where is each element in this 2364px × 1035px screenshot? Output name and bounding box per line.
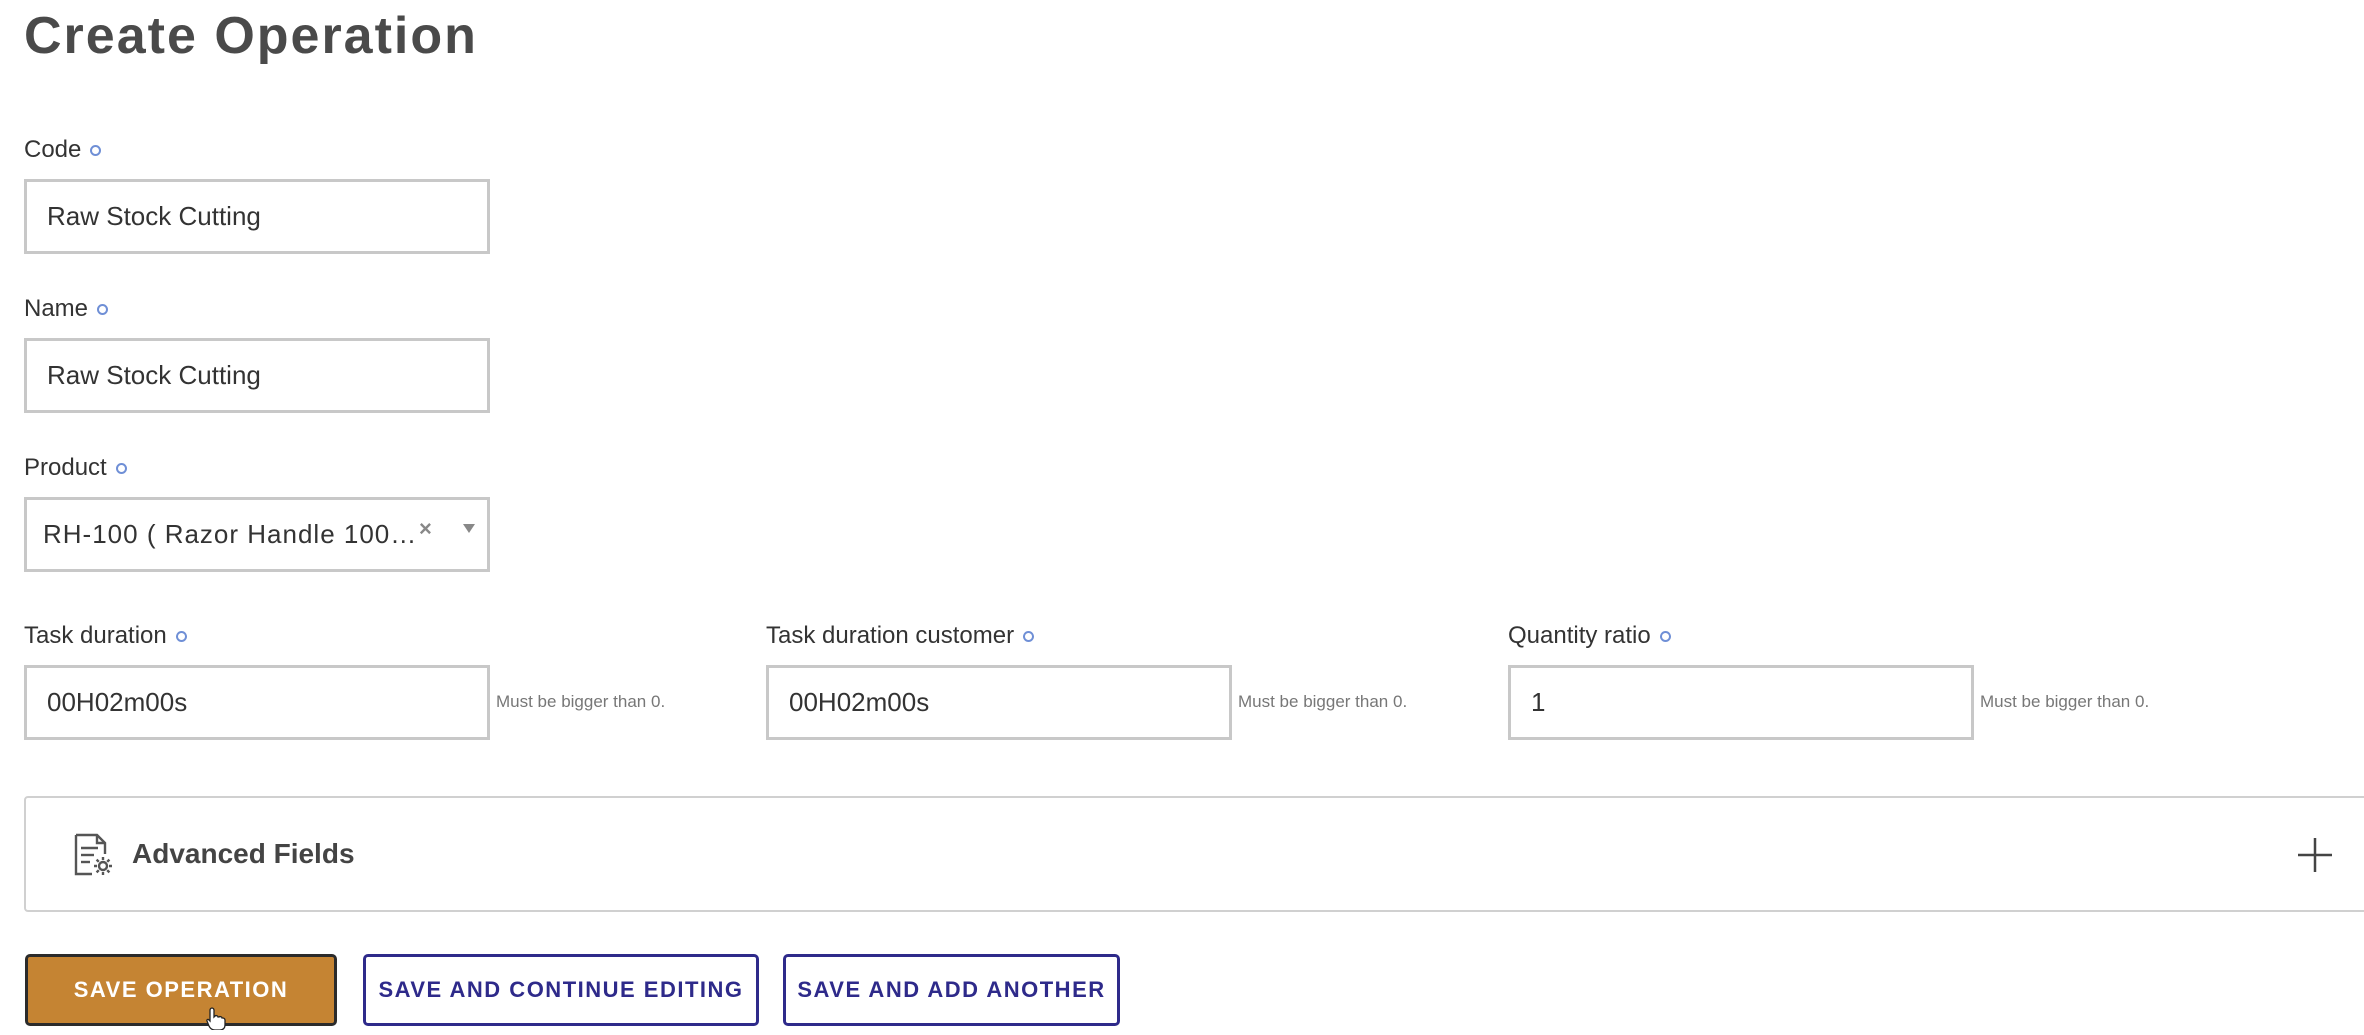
required-indicator-icon [97,303,109,315]
quantity-ratio-label: Quantity ratio [1508,622,1671,650]
chevron-down-icon[interactable] [463,524,475,533]
name-label-text: Name [24,295,89,322]
product-select-value: RH-100 ( Razor Handle 100m… [43,519,433,549]
required-indicator-icon [1659,630,1671,642]
save-and-continue-editing-button[interactable]: SAVE AND CONTINUE EDITING [363,954,759,1026]
quantity-ratio-input[interactable] [1508,665,1974,740]
required-indicator-icon [90,144,102,156]
task-duration-label: Task duration [24,622,187,650]
save-and-add-another-button[interactable]: SAVE AND ADD ANOTHER [783,954,1120,1026]
product-select[interactable]: RH-100 ( Razor Handle 100m… × [24,497,490,572]
required-indicator-icon [115,462,127,474]
advanced-fields-panel[interactable]: Advanced Fields [24,796,2364,912]
task-duration-customer-label-text: Task duration customer [766,622,1015,649]
product-label-text: Product [24,454,107,481]
code-label-text: Code [24,136,82,163]
page-title: Create Operation [24,7,478,65]
quantity-ratio-label-text: Quantity ratio [1508,622,1651,649]
hand-cursor-icon [206,1006,226,1035]
task-duration-input[interactable] [24,665,490,740]
product-label: Product [24,454,127,482]
name-input[interactable] [24,338,490,413]
task-duration-customer-help: Must be bigger than 0. [1238,692,1408,711]
code-label: Code [24,136,102,164]
task-duration-label-text: Task duration [24,622,167,649]
plus-icon[interactable] [2296,836,2334,879]
quantity-ratio-help: Must be bigger than 0. [1980,692,2150,711]
name-label: Name [24,295,109,323]
task-duration-customer-label: Task duration customer [766,622,1035,650]
task-duration-help: Must be bigger than 0. [496,692,666,711]
clear-selection-icon[interactable]: × [419,516,432,542]
document-settings-icon [70,832,116,883]
required-indicator-icon [1023,630,1035,642]
required-indicator-icon [175,630,187,642]
task-duration-customer-input[interactable] [766,665,1232,740]
code-input[interactable] [24,179,490,254]
save-operation-button[interactable]: SAVE OPERATION [25,954,337,1026]
advanced-fields-label: Advanced Fields [132,838,355,869]
